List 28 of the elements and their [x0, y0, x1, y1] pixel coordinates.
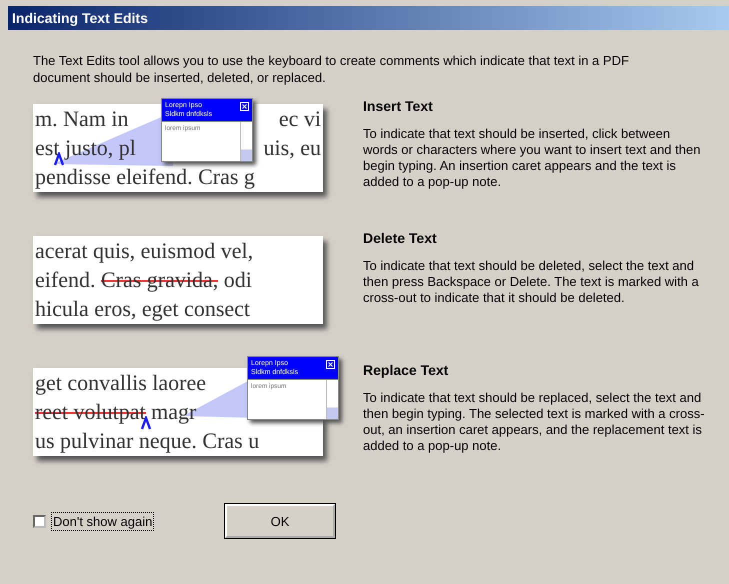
- window-title: Indicating Text Edits: [12, 10, 148, 26]
- section-heading: Insert Text: [363, 98, 434, 114]
- close-icon: [326, 360, 335, 369]
- ok-button[interactable]: OK: [225, 504, 335, 538]
- document-text: justo, pl: [63, 134, 136, 162]
- document-text: m. Nam in: [35, 105, 128, 133]
- section-description: To indicate that text should be inserted, click between words or characters where you want to insert text and then begin typing. An insertion caret appears and the text is added to a pop-up note.: [363, 126, 702, 190]
- document-text: us pulvinar neque. Cras u: [35, 427, 260, 455]
- document-text: est: [35, 134, 60, 162]
- section-heading: Replace Text: [363, 362, 450, 378]
- document-text: uis, eu: [264, 134, 322, 162]
- checkbox[interactable]: [33, 514, 46, 528]
- section-heading: Delete Text: [363, 230, 438, 246]
- section-description: To indicate that text should be replaced, select the text and then begin typing. The selected text is marked with a cross-out, an insertion caret appears, and the replacement text is added to a pop-up note.: [363, 390, 706, 454]
- close-icon: [240, 102, 249, 111]
- document-text: eifend.: [35, 266, 96, 294]
- document-text: acerat quis, euismod vel,: [35, 237, 254, 265]
- document-text: pendisse eleifend. Cras g: [35, 163, 255, 191]
- intro-text: The Text Edits tool allows you to use the keyboard to create comments which indicate that text in a PDF document should be inserted, deleted, or replaced.: [33, 52, 630, 86]
- document-text: odi: [222, 266, 252, 294]
- checkbox-label[interactable]: Don't show again: [51, 512, 154, 530]
- document-text: ec vi: [278, 105, 322, 133]
- document-text: get convallis laoree: [35, 369, 206, 397]
- scrollbar: [326, 380, 338, 419]
- document-text: hicula eros, eget consect: [35, 295, 250, 323]
- section-description: To indicate that text should be deleted, select the text and then press Backspace or Delete. The text is marked with a cross-out to indicate that it should be deleted.: [363, 258, 700, 306]
- document-text: magr: [150, 398, 196, 426]
- scrollbar: [240, 122, 252, 161]
